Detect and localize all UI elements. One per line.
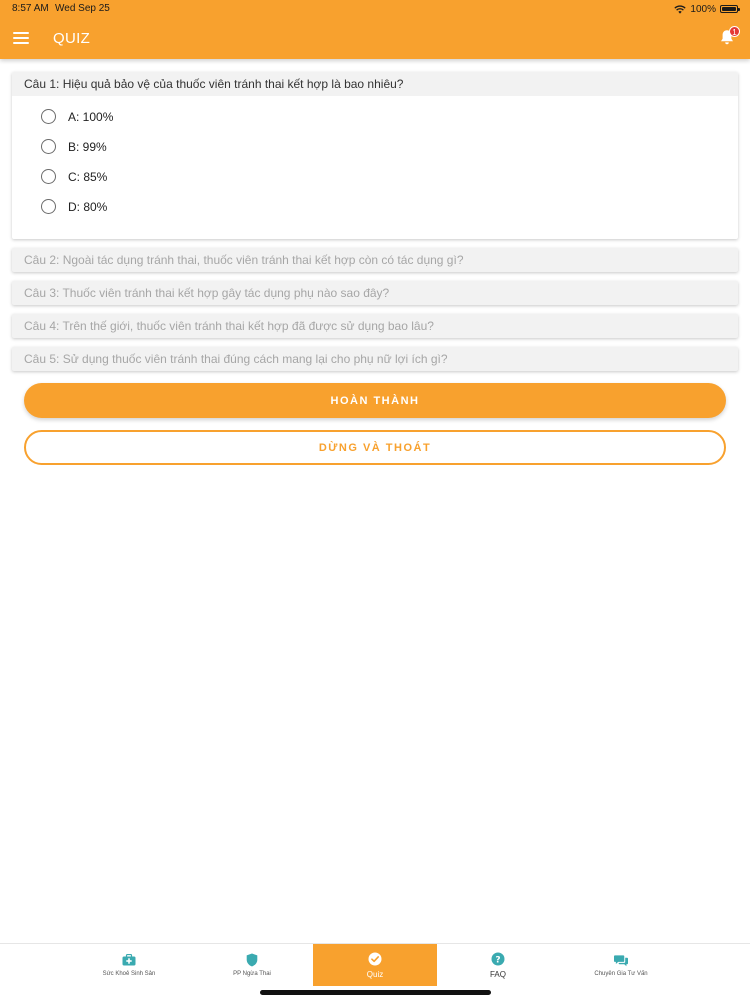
option-label: C: 85% [68, 169, 108, 184]
tab-reproductive-health[interactable]: Sức Khoẻ Sinh Sản [67, 944, 191, 986]
tab-faq[interactable]: ? FAQ [436, 944, 560, 986]
status-date: Wed Sep 25 [55, 3, 110, 14]
question-card-2[interactable]: Câu 2: Ngoài tác dụng tránh thai, thuốc … [12, 248, 738, 272]
bottom-tab-bar: Sức Khoẻ Sinh Sản PP Ngừa Thai Quiz ? FA… [0, 943, 750, 986]
tab-expert-consult[interactable]: Chuyên Gia Tư Vấn [559, 944, 683, 986]
radio-button[interactable] [41, 199, 56, 214]
option-d[interactable]: D: 80% [41, 199, 107, 214]
battery-icon [720, 5, 740, 13]
option-label: A: 100% [68, 109, 114, 124]
finish-button[interactable]: HOÀN THÀNH [24, 383, 726, 418]
chat-bubbles-icon [614, 953, 628, 967]
option-b[interactable]: B: 99% [41, 139, 107, 154]
stop-exit-button[interactable]: DỪNG VÀ THOÁT [24, 430, 726, 465]
svg-text:?: ? [495, 955, 500, 965]
radio-button[interactable] [41, 139, 56, 154]
option-label: D: 80% [68, 199, 108, 214]
tab-quiz[interactable]: Quiz [313, 944, 437, 986]
radio-button[interactable] [41, 169, 56, 184]
header: 8:57 AM Wed Sep 25 100% QUIZ 1 [0, 0, 750, 59]
tab-label: PP Ngừa Thai [233, 971, 271, 977]
status-indicators: 100% [674, 3, 740, 15]
radio-button[interactable] [41, 109, 56, 124]
option-label: B: 99% [68, 139, 107, 154]
option-a[interactable]: A: 100% [41, 109, 113, 124]
app-screen: 8:57 AM Wed Sep 25 100% QUIZ 1 Câu 1: Hi… [0, 0, 750, 1000]
wifi-icon [674, 4, 687, 14]
tab-contraception[interactable]: PP Ngừa Thai [190, 944, 314, 986]
battery-percent: 100% [690, 3, 716, 15]
tab-label: Sức Khoẻ Sinh Sản [102, 971, 156, 977]
medical-kit-icon [122, 953, 136, 967]
notification-badge: 1 [729, 26, 740, 37]
tab-label: Quiz [366, 969, 384, 979]
question-card-4[interactable]: Câu 4: Trên thế giới, thuốc viên tránh t… [12, 314, 738, 338]
question-card-3[interactable]: Câu 3: Thuốc viên tránh thai kết hợp gây… [12, 281, 738, 305]
question-title-1[interactable]: Câu 1: Hiệu quả bảo vệ của thuốc viên tr… [12, 72, 738, 96]
tab-label: Chuyên Gia Tư Vấn [594, 971, 648, 977]
page-title: QUIZ [53, 30, 91, 47]
shield-icon [245, 953, 259, 967]
question-card-1: Câu 1: Hiệu quả bảo vệ của thuốc viên tr… [12, 72, 738, 239]
home-indicator[interactable] [260, 990, 491, 995]
menu-icon[interactable] [13, 31, 29, 45]
notification-button[interactable]: 1 [719, 26, 740, 47]
status-time: 8:57 AM [12, 3, 49, 14]
check-circle-icon [368, 952, 382, 966]
question-card-5[interactable]: Câu 5: Sử dụng thuốc viên tránh thai đún… [12, 347, 738, 371]
option-c[interactable]: C: 85% [41, 169, 107, 184]
tab-label: FAQ [489, 969, 506, 979]
question-circle-icon: ? [491, 952, 505, 966]
